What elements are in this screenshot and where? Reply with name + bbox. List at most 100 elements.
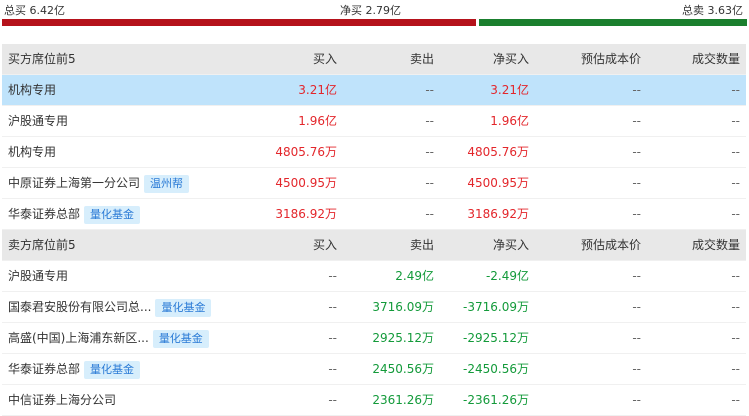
seat-name: 沪股通专用: [8, 261, 263, 291]
seat-name-text: 高盛(中国)上海浦东新区...: [8, 331, 149, 345]
seat-name-text: 华泰证券总部: [8, 362, 81, 376]
buy-header-row: 买方席位前5 买入 卖出 净买入 预估成本价 成交数量: [2, 44, 746, 75]
header-cost: 预估成本价: [580, 238, 641, 252]
seat-name-text: 机构专用: [8, 83, 57, 97]
header-volume: 成交数量: [691, 238, 740, 252]
seat-tag[interactable]: 量化基金: [152, 329, 209, 348]
seat-name: 中原证券上海第一分公司 温州帮: [8, 168, 263, 198]
header-sell: 卖出: [409, 238, 434, 252]
net-amount: 3186.92万: [467, 207, 529, 221]
cost-price: --: [632, 114, 641, 128]
table-row[interactable]: 华泰证券总部 量化基金 -- 2450.56万 -2450.56万 -- --: [2, 354, 746, 385]
sell-amount: --: [425, 176, 434, 190]
trade-volume: --: [731, 393, 740, 407]
table-row[interactable]: 国泰君安股份有限公司总... 量化基金 -- 3716.09万 -3716.09万 -- -…: [2, 292, 746, 323]
seat-tag[interactable]: 温州帮: [144, 174, 190, 193]
trade-volume: --: [731, 114, 740, 128]
trade-volume: --: [731, 331, 740, 345]
table-row[interactable]: 机构专用 4805.76万 -- 4805.76万 -- --: [2, 137, 746, 168]
header-cost: 预估成本价: [580, 52, 641, 66]
seat-name: 国泰君安股份有限公司总... 量化基金: [8, 292, 263, 322]
cost-price: --: [632, 207, 641, 221]
sell-amount: --: [425, 83, 434, 97]
trade-volume: --: [731, 207, 740, 221]
seat-name-text: 华泰证券总部: [8, 207, 81, 221]
seat-name-text: 中信证券上海分公司: [8, 393, 117, 407]
cost-price: --: [632, 393, 641, 407]
trade-volume: --: [731, 145, 740, 159]
sell-amount: 2925.12万: [372, 331, 434, 345]
buy-amount: --: [328, 393, 337, 407]
seat-tag[interactable]: 量化基金: [84, 360, 141, 379]
table-row[interactable]: 高盛(中国)上海浦东新区... 量化基金 -- 2925.12万 -2925.12万 --…: [2, 323, 746, 354]
trade-volume: --: [731, 269, 740, 283]
buy-amount: --: [328, 331, 337, 345]
net-amount: -2925.12万: [463, 331, 529, 345]
cost-price: --: [632, 83, 641, 97]
cost-price: --: [632, 362, 641, 376]
buy-amount: 4805.76万: [275, 145, 337, 159]
net-amount: -3716.09万: [463, 300, 529, 314]
seat-table: 买方席位前5 买入 卖出 净买入 预估成本价 成交数量 机构专用 3.21亿 -- 3…: [2, 44, 746, 416]
seat-name: 高盛(中国)上海浦东新区... 量化基金: [8, 323, 263, 353]
header-buy: 买入: [312, 52, 337, 66]
net-amount: -2.49亿: [485, 269, 529, 283]
buy-amount: --: [328, 300, 337, 314]
buy-amount: 1.96亿: [298, 114, 337, 128]
table-row[interactable]: 沪股通专用 1.96亿 -- 1.96亿 -- --: [2, 106, 746, 137]
header-net: 净买入: [492, 52, 529, 66]
net-amount: -2450.56万: [463, 362, 529, 376]
seat-name: 华泰证券总部 量化基金: [8, 354, 263, 384]
buy-total-label: 总买 6.42亿: [4, 4, 65, 17]
table-row[interactable]: 沪股通专用 -- 2.49亿 -2.49亿 -- --: [2, 261, 746, 292]
seat-tag[interactable]: 量化基金: [155, 298, 212, 317]
table-row[interactable]: 机构专用 3.21亿 -- 3.21亿 -- --: [2, 75, 746, 106]
seat-name-text: 沪股通专用: [8, 269, 69, 283]
header-seat: 买方席位前5: [8, 52, 76, 66]
header-sell: 卖出: [409, 52, 434, 66]
cost-price: --: [632, 269, 641, 283]
buy-amount: 3.21亿: [298, 83, 337, 97]
sell-ratio-fill: [479, 19, 747, 26]
seat-name-text: 机构专用: [8, 145, 57, 159]
buy-amount: --: [328, 362, 337, 376]
net-amount: 4500.95万: [467, 176, 529, 190]
buy-ratio-fill: [2, 19, 477, 26]
net-amount: 3.21亿: [490, 83, 529, 97]
cost-price: --: [632, 176, 641, 190]
sell-amount: --: [425, 207, 434, 221]
sell-amount: --: [425, 145, 434, 159]
buy-amount: --: [328, 269, 337, 283]
seat-name: 机构专用: [8, 137, 263, 167]
seat-name: 沪股通专用: [8, 106, 263, 136]
buy-sell-ratio-bar: [2, 19, 747, 26]
buy-amount: 3186.92万: [275, 207, 337, 221]
net-amount: 1.96亿: [490, 114, 529, 128]
seat-name-text: 中原证券上海第一分公司: [8, 176, 141, 190]
header-buy: 买入: [312, 238, 337, 252]
seat-name-text: 国泰君安股份有限公司总...: [8, 300, 152, 314]
seat-tag[interactable]: 量化基金: [84, 205, 141, 224]
trade-volume: --: [731, 176, 740, 190]
header-net: 净买入: [492, 238, 529, 252]
net-amount: 4805.76万: [467, 145, 529, 159]
sell-total-label: 总卖 3.63亿: [682, 4, 743, 17]
sell-amount: 2.49亿: [395, 269, 434, 283]
net-amount: -2361.26万: [463, 393, 529, 407]
trade-volume: --: [731, 83, 740, 97]
seat-name-text: 沪股通专用: [8, 114, 69, 128]
sell-amount: --: [425, 114, 434, 128]
buy-rows: 机构专用 3.21亿 -- 3.21亿 -- -- 沪股通专用 1.96亿 -- 1.96亿 -- -…: [2, 75, 746, 230]
header-seat: 卖方席位前5: [8, 238, 76, 252]
table-row[interactable]: 华泰证券总部 量化基金 3186.92万 -- 3186.92万 -- --: [2, 199, 746, 230]
table-row[interactable]: 中原证券上海第一分公司 温州帮 4500.95万 -- 4500.95万 -- --: [2, 168, 746, 199]
net-buy-label: 净买 2.79亿: [340, 4, 401, 17]
sell-header-row: 卖方席位前5 买入 卖出 净买入 预估成本价 成交数量: [2, 230, 746, 261]
trade-volume: --: [731, 362, 740, 376]
cost-price: --: [632, 331, 641, 345]
sell-amount: 3716.09万: [372, 300, 434, 314]
seat-name: 华泰证券总部 量化基金: [8, 199, 263, 229]
table-row[interactable]: 中信证券上海分公司 -- 2361.26万 -2361.26万 -- --: [2, 385, 746, 416]
sell-rows: 沪股通专用 -- 2.49亿 -2.49亿 -- -- 国泰君安股份有限公司总... 量化基金…: [2, 261, 746, 416]
seat-name: 机构专用: [8, 75, 263, 105]
